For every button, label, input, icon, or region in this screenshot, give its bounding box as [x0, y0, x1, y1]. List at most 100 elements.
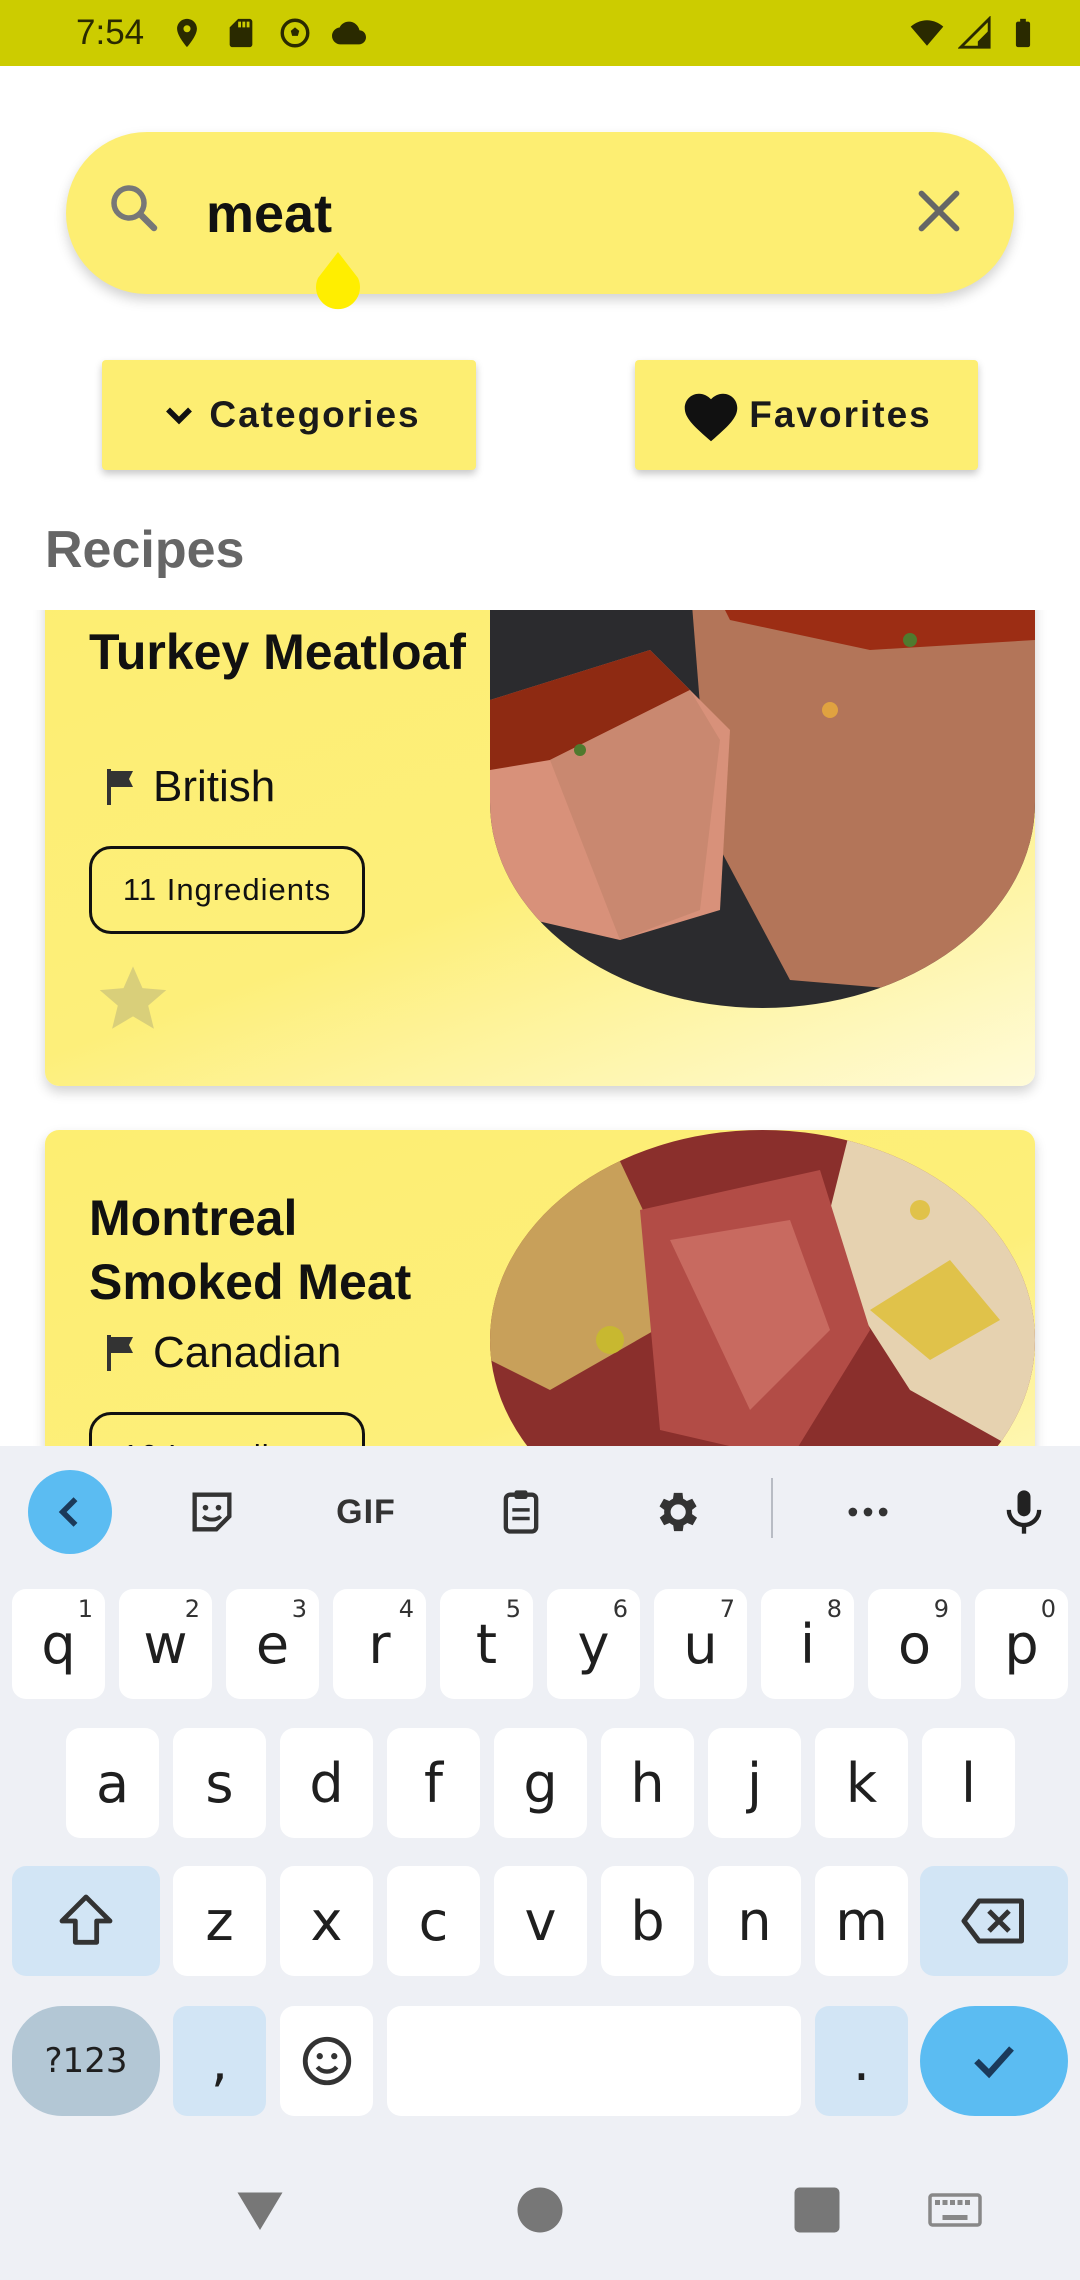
key-label: o	[897, 1612, 932, 1676]
backspace-key[interactable]	[920, 1866, 1068, 1976]
key-c[interactable]: c	[387, 1866, 480, 1976]
key-hint: 1	[77, 1595, 93, 1623]
key-hint: 5	[505, 1595, 521, 1623]
key-p[interactable]: p0	[975, 1589, 1068, 1699]
key-j[interactable]: j	[708, 1728, 801, 1838]
categories-button[interactable]: Categories	[102, 360, 476, 470]
keyboard: GIF q1 w2 e3 r4 t5 y6 u7 i8 o9 p0 a s d …	[0, 1446, 1080, 2280]
mic-button[interactable]	[982, 1470, 1066, 1554]
keyboard-switch-icon[interactable]	[925, 2180, 985, 2240]
cuisine-row: British	[97, 762, 275, 812]
backspace-icon	[961, 1898, 1024, 1944]
key-u[interactable]: u7	[654, 1589, 747, 1699]
key-label: i	[799, 1612, 815, 1676]
categories-label: Categories	[209, 394, 421, 435]
keyboard-back-button[interactable]	[28, 1470, 112, 1554]
location-icon	[177, 18, 198, 48]
key-m[interactable]: m	[815, 1866, 908, 1976]
key-t[interactable]: t5	[440, 1589, 533, 1699]
key-n[interactable]: n	[708, 1866, 801, 1976]
key-label: y	[577, 1612, 610, 1676]
key-d[interactable]: d	[280, 1728, 373, 1838]
recipe-image[interactable]	[490, 1130, 1035, 1446]
key-q[interactable]: q1	[12, 1589, 105, 1699]
sticker-button[interactable]	[170, 1470, 254, 1554]
recipe-list[interactable]: Turkey Meatloaf British 11 Ingredients M…	[0, 610, 1080, 1446]
more-button[interactable]	[826, 1470, 910, 1554]
key-i[interactable]: i8	[761, 1589, 854, 1699]
favorites-button[interactable]: Favorites	[635, 360, 978, 470]
favorites-label: Favorites	[749, 394, 932, 435]
chevron-down-icon	[166, 407, 193, 425]
emoji-key[interactable]	[280, 2006, 373, 2116]
nav-bar	[0, 2130, 1080, 2280]
recipe-card[interactable]: Turkey Meatloaf British 11 Ingredients	[45, 610, 1035, 1086]
heart-icon	[684, 393, 738, 442]
key-z[interactable]: z	[173, 1866, 266, 1976]
chevron-left-icon	[58, 1497, 78, 1527]
period-key[interactable]: .	[815, 2006, 908, 2116]
key-o[interactable]: o9	[868, 1589, 961, 1699]
recipe-image[interactable]	[490, 610, 1035, 1008]
clipboard-icon	[503, 1490, 539, 1534]
key-b[interactable]: b	[601, 1866, 694, 1976]
sd-card-icon	[229, 18, 253, 48]
status-time: 7:54	[76, 13, 145, 52]
key-v[interactable]: v	[494, 1866, 587, 1976]
text-cursor-handle[interactable]	[310, 252, 366, 316]
star-icon[interactable]	[95, 960, 171, 1036]
key-k[interactable]: k	[815, 1728, 908, 1838]
soccer-ball-icon	[280, 18, 310, 48]
key-label: r	[368, 1612, 391, 1676]
ingredient-count-badge: 11 Ingredients	[89, 846, 365, 934]
key-g[interactable]: g	[494, 1728, 587, 1838]
close-icon[interactable]	[904, 176, 974, 246]
key-s[interactable]: s	[173, 1728, 266, 1838]
search-icon	[111, 185, 158, 232]
checkmark-icon	[974, 2046, 1014, 2079]
cuisine-row: Canadian	[97, 1328, 341, 1378]
key-label: q	[41, 1612, 76, 1676]
key-hint: 6	[612, 1595, 628, 1623]
settings-button[interactable]	[634, 1470, 718, 1554]
status-bar: 7:54	[0, 0, 1080, 66]
key-a[interactable]: a	[66, 1728, 159, 1838]
key-h[interactable]: h	[601, 1728, 694, 1838]
key-hint: 9	[933, 1595, 949, 1623]
key-e[interactable]: e3	[226, 1589, 319, 1699]
key-w[interactable]: w2	[119, 1589, 212, 1699]
status-icons-left	[170, 16, 367, 50]
key-r[interactable]: r4	[333, 1589, 426, 1699]
comma-key[interactable]: ,	[173, 2006, 266, 2116]
symbols-key[interactable]: ?123	[12, 2006, 160, 2116]
key-l[interactable]: l	[922, 1728, 1015, 1838]
space-key[interactable]	[387, 2006, 801, 2116]
more-icon	[848, 1507, 888, 1517]
gif-label: GIF	[336, 1492, 396, 1531]
section-title: Recipes	[45, 521, 245, 579]
shift-key[interactable]	[12, 1866, 160, 1976]
battery-icon	[1015, 18, 1031, 48]
gif-button[interactable]: GIF	[324, 1470, 408, 1554]
emoji-icon	[302, 2036, 351, 2086]
enter-key[interactable]	[920, 2006, 1068, 2116]
key-y[interactable]: y6	[547, 1589, 640, 1699]
recents-square-icon[interactable]	[787, 2180, 847, 2240]
recipe-name: Montreal Smoked Meat	[89, 1190, 412, 1310]
back-triangle-icon[interactable]	[230, 2180, 290, 2240]
shift-icon	[59, 1894, 113, 1945]
key-label: p	[1004, 1612, 1039, 1676]
key-f[interactable]: f	[387, 1728, 480, 1838]
status-icons-right	[910, 16, 1040, 50]
recipe-name: Turkey Meatloaf	[89, 624, 466, 680]
key-hint: 2	[184, 1595, 200, 1623]
toolbar-divider	[771, 1478, 773, 1538]
key-x[interactable]: x	[280, 1866, 373, 1976]
clipboard-button[interactable]	[479, 1470, 563, 1554]
recipe-card[interactable]: Montreal Smoked Meat Canadian 16 Ingredi…	[45, 1130, 1035, 1446]
key-hint: 8	[826, 1595, 842, 1623]
search-bar[interactable]	[66, 132, 1014, 294]
key-hint: 7	[719, 1595, 735, 1623]
search-input[interactable]	[206, 174, 906, 254]
home-circle-icon[interactable]	[510, 2180, 570, 2240]
